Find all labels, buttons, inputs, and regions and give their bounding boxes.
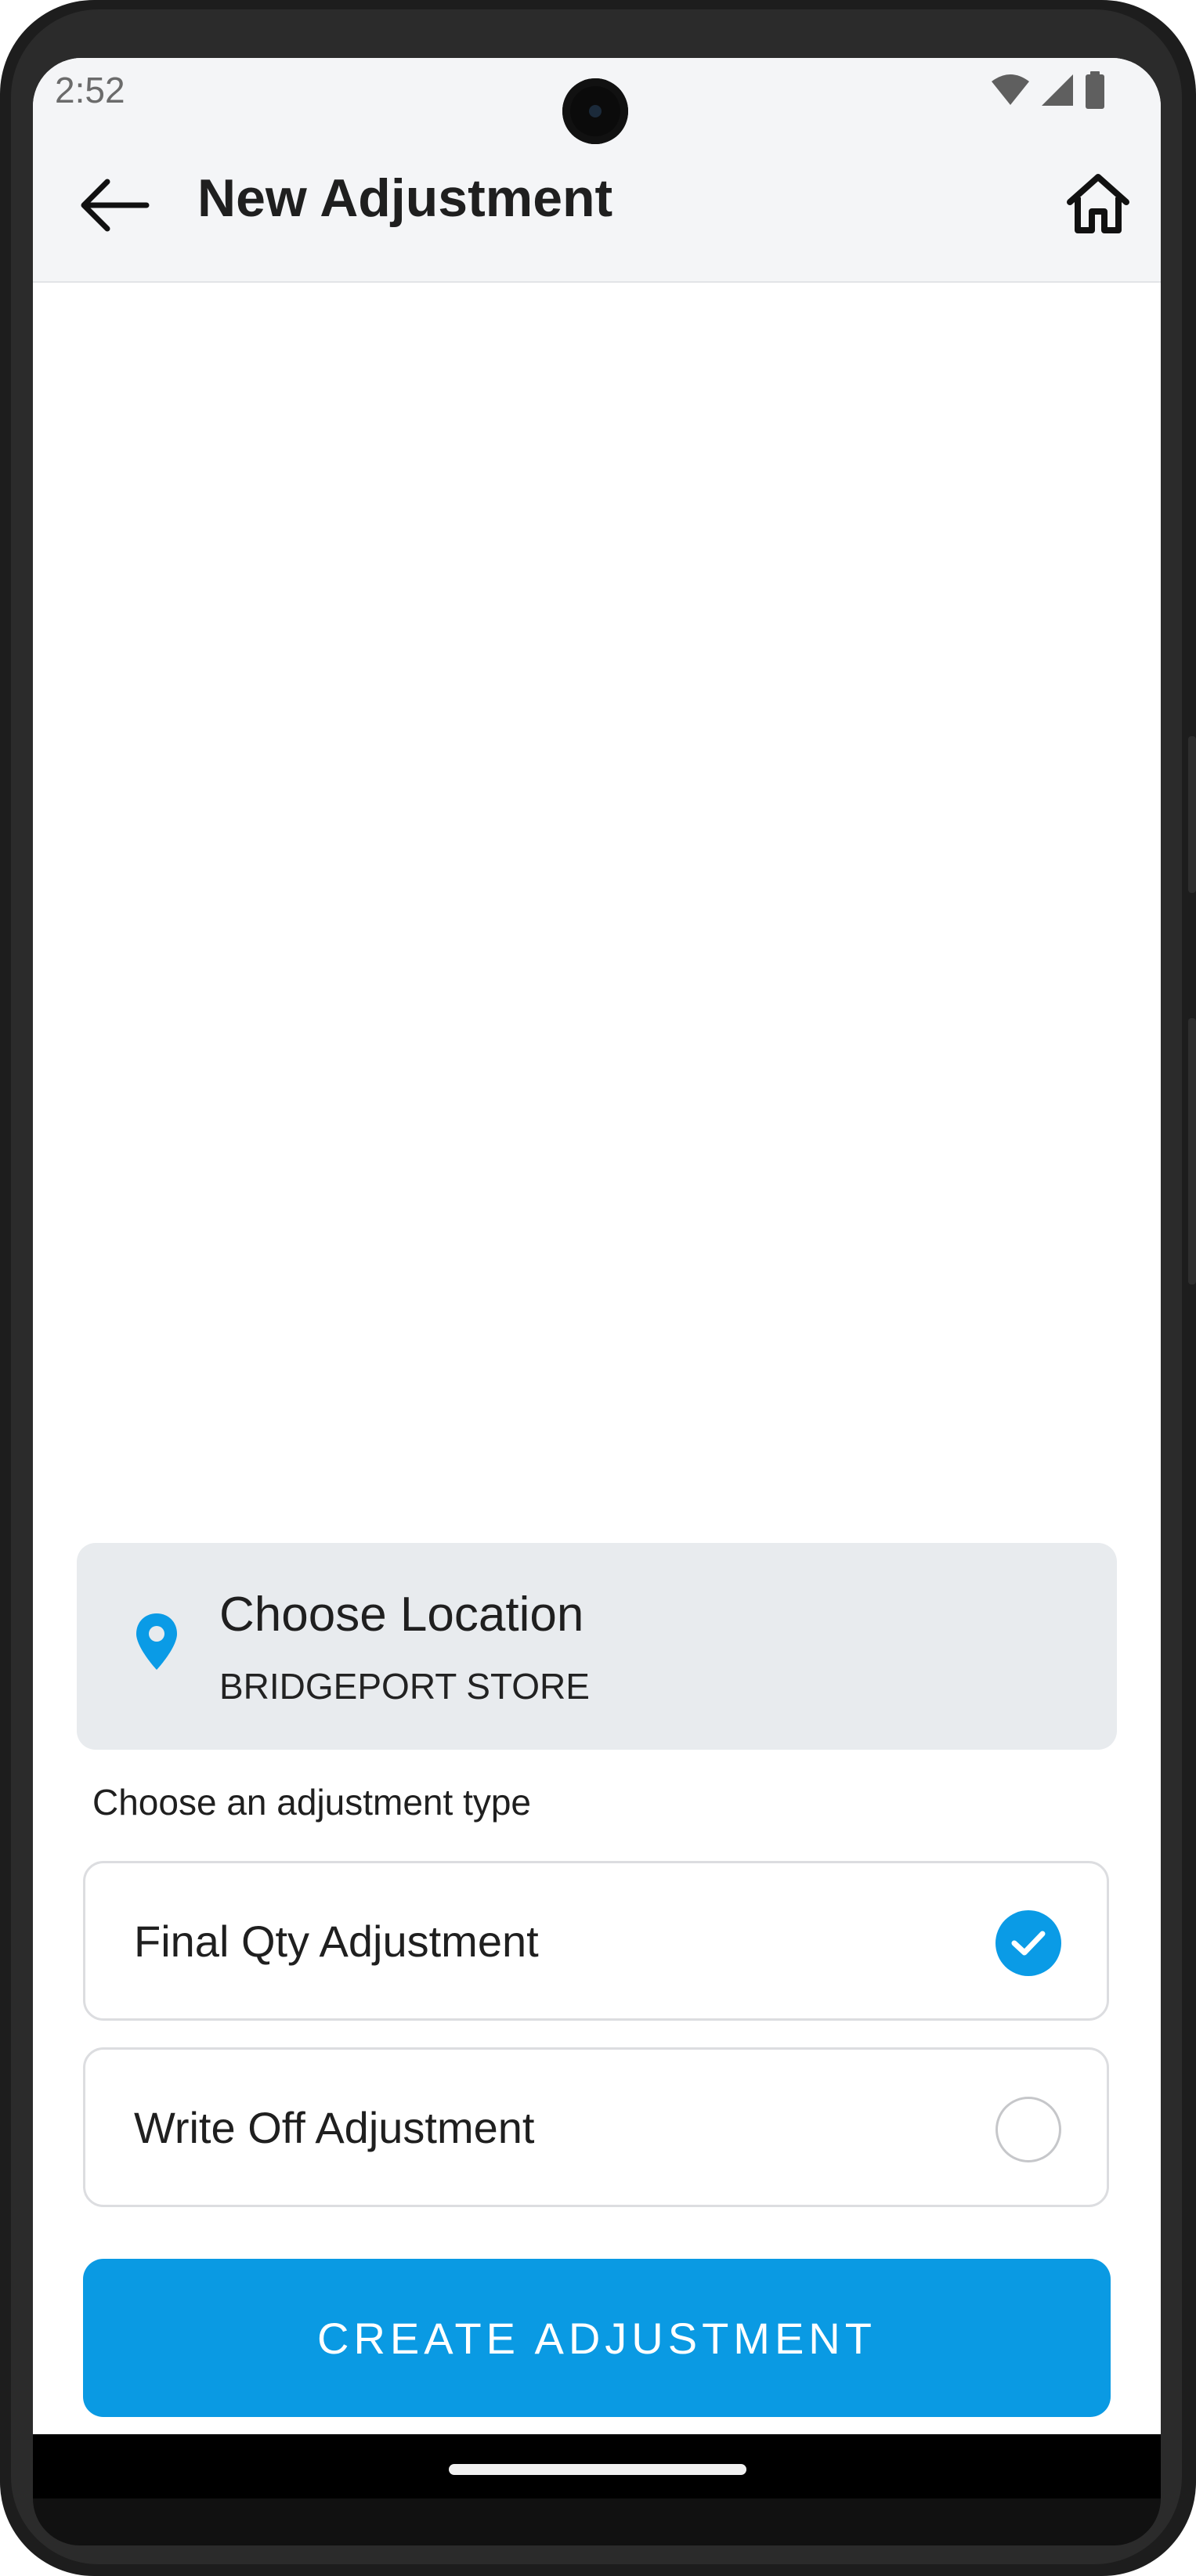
page-title: New Adjustment	[197, 168, 613, 228]
signal-icon	[1042, 74, 1073, 106]
app-screen: 2:52 New Adjustment Choose Location BRID…	[33, 58, 1161, 2486]
phone-bottom-bezel	[33, 2498, 1161, 2545]
option-final-qty-adjustment[interactable]: Final Qty Adjustment	[83, 1861, 1109, 2021]
adjustment-type-label: Choose an adjustment type	[92, 1782, 532, 1823]
battery-icon	[1086, 71, 1104, 109]
location-pin-icon	[136, 1613, 177, 1670]
arrow-left-icon	[81, 179, 150, 232]
create-adjustment-button[interactable]: CREATE ADJUSTMENT	[83, 2259, 1111, 2417]
choose-location-card[interactable]: Choose Location BRIDGEPORT STORE	[77, 1543, 1117, 1750]
front-camera	[562, 78, 628, 144]
option-label: Write Off Adjustment	[134, 2102, 535, 2152]
home-button[interactable]	[1059, 164, 1137, 243]
back-button[interactable]	[75, 166, 154, 244]
radio-unchecked[interactable]	[995, 2097, 1061, 2162]
wifi-icon	[992, 74, 1029, 105]
app-header: 2:52 New Adjustment	[33, 58, 1161, 283]
volume-button	[1188, 736, 1196, 893]
radio-checked[interactable]	[995, 1910, 1061, 1976]
location-value: BRIDGEPORT STORE	[219, 1666, 590, 1707]
power-button	[1188, 1018, 1196, 1284]
system-nav-bar	[33, 2434, 1161, 2498]
location-title: Choose Location	[219, 1588, 584, 1642]
check-icon	[1011, 1931, 1046, 1956]
home-gesture-handle[interactable]	[449, 2464, 746, 2475]
option-label: Final Qty Adjustment	[134, 1916, 539, 1966]
option-write-off-adjustment[interactable]: Write Off Adjustment	[83, 2047, 1109, 2207]
status-time: 2:52	[55, 70, 125, 110]
status-icons	[990, 70, 1106, 110]
home-icon	[1067, 174, 1129, 233]
